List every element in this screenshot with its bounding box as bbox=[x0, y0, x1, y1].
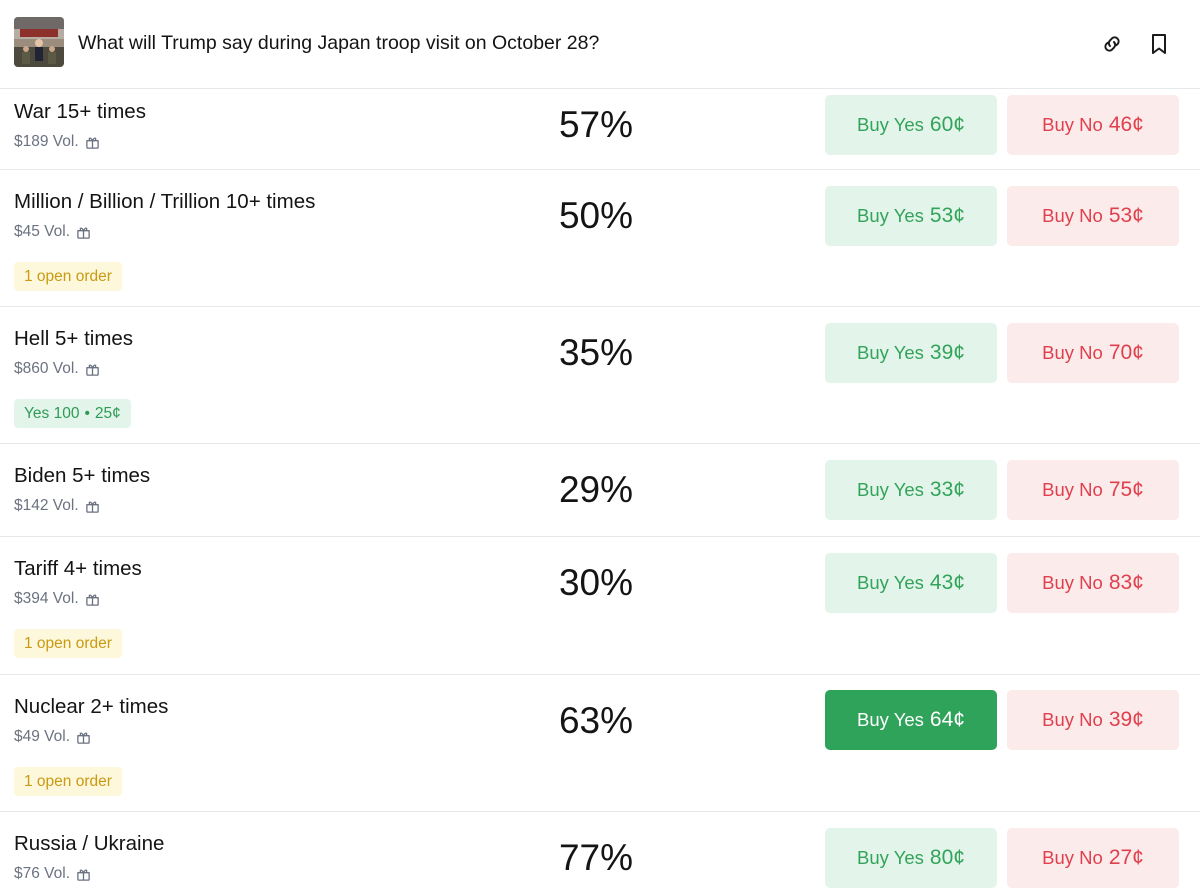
gift-icon[interactable] bbox=[85, 499, 100, 514]
buy-no-label: Buy No bbox=[1042, 114, 1103, 135]
position-badge[interactable]: Yes 100 • 25¢ bbox=[14, 399, 131, 428]
gift-icon[interactable] bbox=[76, 225, 91, 240]
market-volume: $142 Vol. bbox=[14, 496, 100, 516]
buy-no-button[interactable]: Buy No 53¢ bbox=[1007, 186, 1179, 246]
yes-price: 39¢ bbox=[929, 341, 965, 364]
market-volume: $76 Vol. bbox=[14, 864, 91, 884]
market-row: War 15+ times $189 Vol. 57% Buy Yes 60¢ B… bbox=[0, 89, 1200, 170]
yes-price: 33¢ bbox=[929, 478, 965, 501]
market-name[interactable]: Hell 5+ times bbox=[14, 327, 133, 351]
buy-no-button[interactable]: Buy No 39¢ bbox=[1007, 690, 1179, 750]
link-icon[interactable] bbox=[1100, 32, 1124, 56]
no-price: 39¢ bbox=[1108, 708, 1144, 731]
gift-icon[interactable] bbox=[85, 592, 100, 607]
volume-text: $394 Vol. bbox=[14, 590, 79, 607]
market-volume: $189 Vol. bbox=[14, 132, 100, 152]
buy-yes-label: Buy Yes bbox=[857, 114, 924, 135]
market-name[interactable]: Biden 5+ times bbox=[14, 464, 150, 488]
yes-price: 60¢ bbox=[929, 113, 965, 136]
buy-no-button[interactable]: Buy No 70¢ bbox=[1007, 323, 1179, 383]
position-shares: 100 bbox=[53, 404, 80, 422]
market-volume: $45 Vol. bbox=[14, 222, 91, 242]
no-price: 46¢ bbox=[1108, 113, 1144, 136]
chance-percent: 63% bbox=[558, 700, 634, 741]
buy-yes-button[interactable]: Buy Yes 33¢ bbox=[825, 460, 997, 520]
buy-no-label: Buy No bbox=[1042, 479, 1103, 500]
market-name[interactable]: Million / Billion / Trillion 10+ times bbox=[14, 190, 315, 214]
open-order-badge[interactable]: 1 open order bbox=[14, 262, 122, 291]
volume-text: $142 Vol. bbox=[14, 497, 79, 514]
market-name[interactable]: War 15+ times bbox=[14, 100, 146, 124]
market-name[interactable]: Russia / Ukraine bbox=[14, 832, 164, 856]
volume-text: $860 Vol. bbox=[14, 360, 79, 377]
buy-yes-label: Buy Yes bbox=[857, 572, 924, 593]
no-price: 53¢ bbox=[1108, 204, 1144, 227]
buy-yes-button[interactable]: Buy Yes 80¢ bbox=[825, 828, 997, 888]
market-name[interactable]: Tariff 4+ times bbox=[14, 557, 142, 581]
market-header: What will Trump say during Japan troop v… bbox=[0, 0, 1200, 89]
market-title: What will Trump say during Japan troop v… bbox=[78, 32, 600, 54]
no-price: 27¢ bbox=[1108, 846, 1144, 869]
bookmark-icon[interactable] bbox=[1147, 32, 1171, 56]
buy-no-button[interactable]: Buy No 27¢ bbox=[1007, 828, 1179, 888]
market-volume: $860 Vol. bbox=[14, 359, 100, 379]
market-row: Million / Billion / Trillion 10+ times $… bbox=[0, 170, 1200, 307]
yes-price: 43¢ bbox=[929, 571, 965, 594]
buy-yes-button[interactable]: Buy Yes 39¢ bbox=[825, 323, 997, 383]
volume-text: $45 Vol. bbox=[14, 223, 71, 240]
volume-text: $49 Vol. bbox=[14, 728, 71, 745]
position-price: 25¢ bbox=[94, 404, 121, 422]
open-order-badge[interactable]: 1 open order bbox=[14, 629, 122, 658]
yes-price: 64¢ bbox=[929, 708, 965, 731]
market-volume: $49 Vol. bbox=[14, 727, 91, 747]
buy-no-label: Buy No bbox=[1042, 847, 1103, 868]
buy-no-button[interactable]: Buy No 46¢ bbox=[1007, 95, 1179, 155]
chance-percent: 77% bbox=[558, 837, 634, 878]
buy-no-button[interactable]: Buy No 83¢ bbox=[1007, 553, 1179, 613]
market-volume: $394 Vol. bbox=[14, 589, 100, 609]
gift-icon[interactable] bbox=[76, 867, 91, 882]
yes-price: 53¢ bbox=[929, 204, 965, 227]
buy-yes-button-selected[interactable]: Buy Yes 64¢ bbox=[825, 690, 997, 750]
buy-yes-label: Buy Yes bbox=[857, 479, 924, 500]
buy-no-label: Buy No bbox=[1042, 205, 1103, 226]
yes-price: 80¢ bbox=[929, 846, 965, 869]
gift-icon[interactable] bbox=[85, 135, 100, 150]
buy-yes-label: Buy Yes bbox=[857, 709, 924, 730]
open-order-badge[interactable]: 1 open order bbox=[14, 767, 122, 796]
no-price: 83¢ bbox=[1108, 571, 1144, 594]
volume-text: $189 Vol. bbox=[14, 133, 79, 150]
chance-percent: 29% bbox=[558, 469, 634, 510]
no-price: 70¢ bbox=[1108, 341, 1144, 364]
market-row: Nuclear 2+ times $49 Vol. 63% Buy Yes 64¢… bbox=[0, 675, 1200, 812]
position-side: Yes bbox=[24, 404, 50, 422]
buy-yes-label: Buy Yes bbox=[857, 342, 924, 363]
market-row: Biden 5+ times $142 Vol. 29% Buy Yes 33¢ … bbox=[0, 444, 1200, 537]
gift-icon[interactable] bbox=[76, 730, 91, 745]
chance-percent: 30% bbox=[558, 562, 634, 603]
buy-yes-button[interactable]: Buy Yes 53¢ bbox=[825, 186, 997, 246]
event-thumbnail bbox=[14, 17, 64, 67]
market-row: Russia / Ukraine $76 Vol. 77% Buy Yes 80¢… bbox=[0, 812, 1200, 895]
chance-percent: 50% bbox=[558, 195, 634, 236]
no-price: 75¢ bbox=[1108, 478, 1144, 501]
chance-percent: 35% bbox=[558, 332, 634, 373]
buy-yes-button[interactable]: Buy Yes 60¢ bbox=[825, 95, 997, 155]
market-row: Tariff 4+ times $394 Vol. 30% Buy Yes 43¢… bbox=[0, 537, 1200, 675]
market-page: What will Trump say during Japan troop v… bbox=[0, 0, 1200, 895]
buy-no-label: Buy No bbox=[1042, 572, 1103, 593]
market-name[interactable]: Nuclear 2+ times bbox=[14, 695, 168, 719]
chance-percent: 57% bbox=[558, 104, 634, 145]
market-row: Hell 5+ times $860 Vol. 35% Buy Yes 39¢ B… bbox=[0, 307, 1200, 444]
buy-no-label: Buy No bbox=[1042, 342, 1103, 363]
volume-text: $76 Vol. bbox=[14, 865, 71, 882]
buy-no-button[interactable]: Buy No 75¢ bbox=[1007, 460, 1179, 520]
gift-icon[interactable] bbox=[85, 362, 100, 377]
bullet-separator: • bbox=[84, 404, 90, 422]
buy-no-label: Buy No bbox=[1042, 709, 1103, 730]
buy-yes-label: Buy Yes bbox=[857, 205, 924, 226]
buy-yes-button[interactable]: Buy Yes 43¢ bbox=[825, 553, 997, 613]
buy-yes-label: Buy Yes bbox=[857, 847, 924, 868]
